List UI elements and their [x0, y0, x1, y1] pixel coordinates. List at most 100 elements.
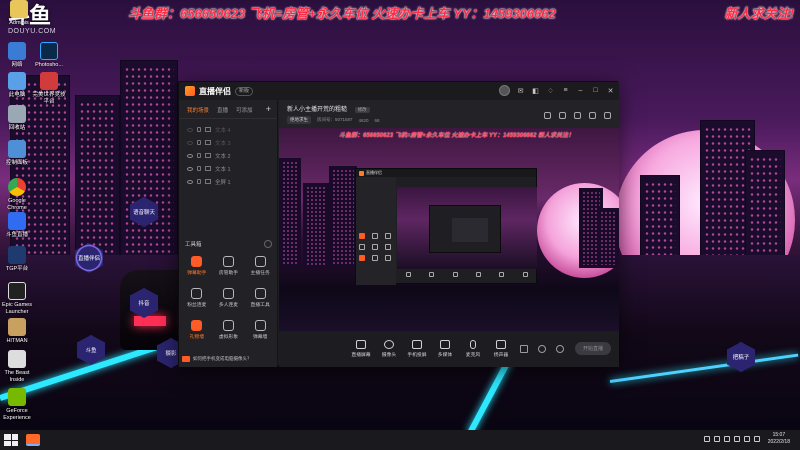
windows-start-icon[interactable]: [4, 434, 18, 446]
room-info: 新人小主播开荒的粗糙 修改 绝地求生 房间号：5071587 4620 68: [279, 100, 619, 128]
desktop-icon[interactable]: Adminis: [2, 0, 36, 27]
maximize-icon[interactable]: □: [591, 86, 600, 95]
phone-cast-button[interactable]: 手机投屏: [403, 340, 431, 358]
bell-icon[interactable]: [589, 112, 596, 119]
desktop-icon[interactable]: 此电脑: [0, 72, 34, 99]
live-companion-window: 直播伴侣 新版 ✉ ◧ ♢ ≡ – □ ✕ 我的场景 直播 可添加 + 文本 4: [178, 81, 619, 367]
desktop-icon[interactable]: HITMAN: [0, 318, 34, 345]
source-controls: 直播屏幕 摄像头 手机投屏 多媒体 麦克风 扬声器 开始直播: [279, 331, 619, 367]
taskbar-app-live-companion[interactable]: [26, 434, 40, 446]
live-preview[interactable]: 斗鱼群：656650623 飞机=房管+永久车位 火速办卡上车 YY：14593…: [279, 128, 619, 331]
tab-live[interactable]: 直播: [217, 106, 228, 114]
desktop-icon[interactable]: Epic Games Launcher: [0, 282, 34, 315]
eye-icon[interactable]: [187, 127, 193, 132]
toolbox-grid: 弹幕助手 房管助手 主播任务 粉丝连麦 多人连麦 直播工具 礼物墙 虚拟形象 弹…: [181, 256, 276, 340]
app-name: 直播伴侣: [199, 86, 231, 96]
desktop-icon[interactable]: 完美世界竞技平台: [32, 72, 66, 105]
eye-icon[interactable]: [187, 166, 193, 171]
record-video-icon[interactable]: [520, 345, 528, 353]
tool-streamer-tasks[interactable]: 主播任务: [244, 256, 276, 276]
lock-icon[interactable]: [197, 153, 201, 158]
close-icon[interactable]: ✕: [606, 86, 615, 95]
avatar-icon: [222, 320, 234, 331]
desktop-icon[interactable]: TGP平台: [0, 246, 34, 273]
taskbar-clock[interactable]: 15:07 2022/2/18: [768, 432, 790, 446]
main-panel: 新人小主播开荒的粗糙 修改 绝地求生 房间号：5071587 4620 68 斗…: [279, 100, 619, 367]
menu-icon[interactable]: ≡: [561, 86, 570, 95]
volume-icon[interactable]: [743, 436, 750, 442]
tab-addable[interactable]: 可添加: [236, 106, 253, 114]
network-icon[interactable]: [733, 436, 740, 442]
window-titlebar[interactable]: 直播伴侣 新版 ✉ ◧ ♢ ≡ – □ ✕: [179, 82, 619, 100]
tool-icon: [372, 255, 378, 261]
category-badge[interactable]: 绝地求生: [287, 116, 311, 124]
tool-danmaku-assistant[interactable]: 弹幕助手: [181, 256, 213, 276]
tool-icon: [359, 255, 365, 261]
list-item[interactable]: 文本 2: [183, 149, 273, 162]
scene-list: 文本 4 文本 3 文本 2 文本 1 全屏 1: [179, 119, 277, 192]
text-source-icon: [205, 166, 211, 171]
desktop-icon[interactable]: Google Chrome: [0, 178, 34, 211]
clock-date: 2022/2/18: [767, 439, 790, 445]
network-icon: [8, 42, 26, 60]
tab-my-scenes[interactable]: 我的场景: [187, 106, 209, 114]
message-icon[interactable]: ✉: [516, 86, 525, 95]
microphone-button[interactable]: 麦克风: [459, 340, 487, 358]
screen-capture-button[interactable]: 直播屏幕: [347, 340, 375, 358]
desktop-icon[interactable]: 回收站: [0, 105, 34, 132]
timer-icon[interactable]: [538, 345, 546, 353]
record-icon[interactable]: [544, 112, 551, 119]
lock-icon[interactable]: [197, 140, 201, 145]
tool-live-tools[interactable]: 直播工具: [244, 288, 276, 308]
camera-tip[interactable]: 如何把手机变成电脑摄像头？: [182, 354, 275, 364]
tool-room-manager[interactable]: 房管助手: [213, 256, 245, 276]
list-item[interactable]: 文本 3: [183, 136, 273, 149]
start-live-button[interactable]: 开始直播: [575, 342, 611, 355]
tool-avatar[interactable]: 虚拟形象: [213, 320, 245, 340]
share-icon[interactable]: [604, 112, 611, 119]
multimedia-button[interactable]: 多媒体: [431, 340, 459, 358]
edit-title-button[interactable]: 修改: [354, 107, 370, 113]
tray-icon[interactable]: [713, 436, 720, 442]
tray-icon[interactable]: [723, 436, 730, 442]
lock-icon[interactable]: [197, 166, 201, 171]
geforce-icon: [8, 388, 26, 406]
lock-icon[interactable]: [197, 179, 201, 184]
list-item[interactable]: 文本 4: [183, 123, 273, 136]
tool-multi-linkmic[interactable]: 多人连麦: [213, 288, 245, 308]
skin-icon[interactable]: ◧: [531, 86, 540, 95]
desktop-icon[interactable]: 网络: [0, 42, 34, 69]
user-avatar[interactable]: [499, 85, 510, 96]
speaker-button[interactable]: 扬声器: [487, 340, 515, 358]
tray-icon[interactable]: [703, 436, 710, 442]
preview-building: [303, 183, 329, 268]
toolbox-settings-icon[interactable]: [264, 240, 272, 248]
settings-icon[interactable]: [556, 345, 564, 353]
input-method-icon[interactable]: [753, 436, 760, 442]
desktop-icon[interactable]: 斗鱼直播: [0, 212, 34, 239]
eye-icon[interactable]: [187, 153, 193, 158]
list-item[interactable]: 文本 1: [183, 162, 273, 175]
tool-fan-linkmic[interactable]: 粉丝连麦: [181, 288, 213, 308]
desktop-icon[interactable]: The Beast Inside: [0, 350, 34, 383]
desktop-icon[interactable]: Photosho...: [32, 42, 66, 69]
desktop-icon[interactable]: 控制面板: [0, 140, 34, 167]
lock-icon[interactable]: [197, 127, 201, 132]
computer-icon: [8, 72, 26, 90]
tool-icon: [359, 233, 365, 239]
list-item[interactable]: 全屏 1: [183, 175, 273, 188]
eye-icon[interactable]: [187, 140, 193, 145]
eye-icon[interactable]: [187, 179, 193, 184]
monitor-icon: [356, 340, 366, 349]
add-source-button[interactable]: +: [266, 104, 271, 114]
minimize-icon[interactable]: –: [576, 86, 585, 95]
tool-danmaku-wall[interactable]: 弹幕墙: [244, 320, 276, 340]
lock-icon[interactable]: [559, 112, 566, 119]
camera-icon[interactable]: [574, 112, 581, 119]
tool-gift-wall[interactable]: 礼物墙: [181, 320, 213, 340]
media-icon: [440, 340, 450, 349]
clock-time: 15:07: [772, 432, 786, 438]
camera-button[interactable]: 摄像头: [375, 340, 403, 358]
desktop-icon[interactable]: GeForce Experience: [0, 388, 34, 421]
gift-icon[interactable]: ♢: [546, 86, 555, 95]
